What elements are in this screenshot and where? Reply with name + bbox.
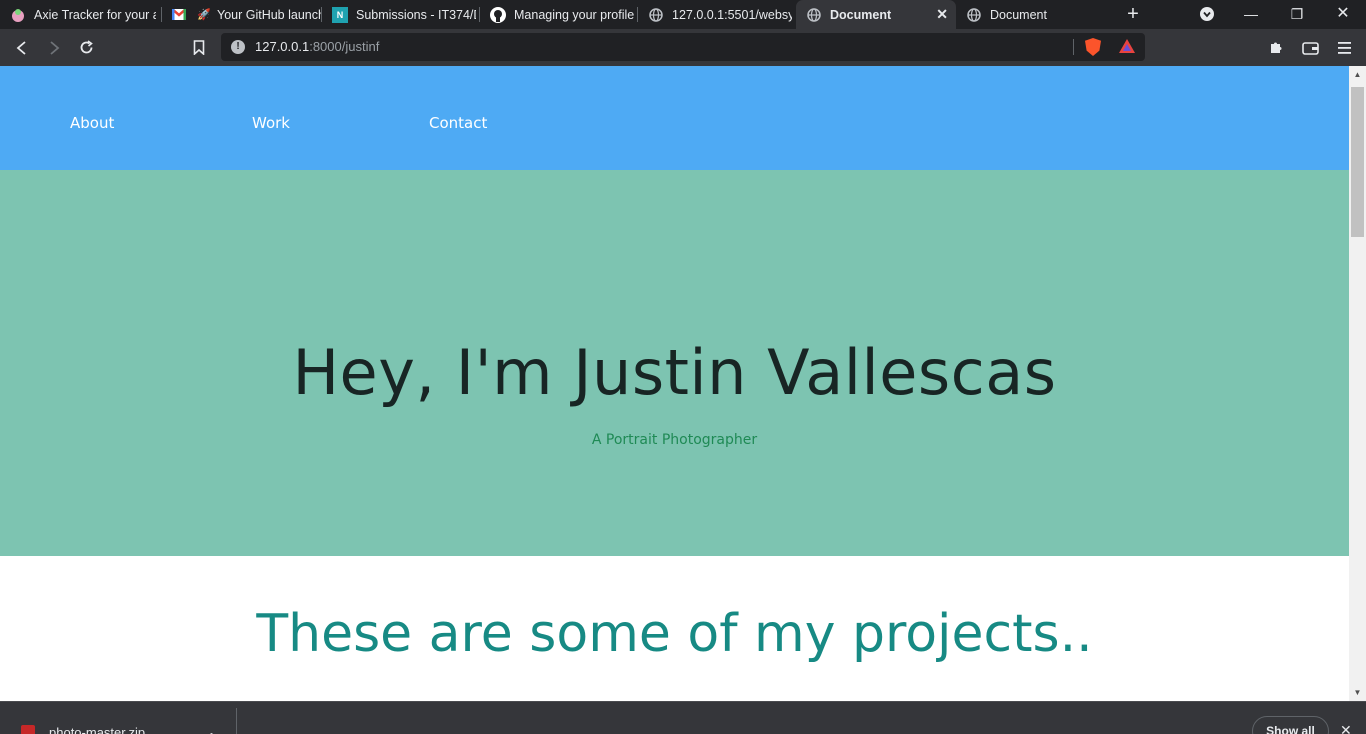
axie-icon [10,7,26,23]
gmail-icon [171,7,187,23]
projects-heading: These are some of my projects.. [256,604,1093,664]
tab-title: Document [830,7,892,22]
new-tab-plus-icon[interactable]: + [1122,3,1144,25]
site-navbar: About Work Contact [0,66,1349,170]
minimize-icon[interactable]: — [1228,0,1274,29]
close-icon[interactable]: ✕ [1340,722,1352,734]
page-viewport: About Work Contact Hey, I'm Justin Valle… [0,66,1349,701]
download-shelf: photo-master.zip ︿ Show all ✕ [0,701,1366,734]
notion-icon: N [332,6,348,23]
browser-toolbar: ! 127.0.0.1:8000/justinf [0,29,1366,66]
tab-document[interactable]: Document [956,0,1114,29]
hero-subtitle: A Portrait Photographer [591,432,758,448]
zip-file-icon [21,725,35,734]
url-host: 127.0.0.1 [255,39,310,54]
tab-title: Document [990,7,1047,22]
address-bar[interactable]: ! 127.0.0.1:8000/justinf [221,33,1145,61]
show-all-button[interactable]: Show all [1252,716,1329,734]
tab-document-active[interactable]: Document ✕ [796,0,956,29]
tab-strip: Axie Tracker for your ac 🚀 Your GitHub l… [0,0,1366,29]
scroll-down-arrow-icon[interactable]: ▼ [1349,684,1366,701]
tab-title: Your GitHub launch [217,7,321,22]
tab-title: 127.0.0.1:5501/websys/ [672,7,792,22]
back-arrow-icon[interactable] [11,37,33,59]
github-icon [490,6,506,23]
tab-github-launch[interactable]: 🚀 Your GitHub launch [192,0,322,29]
hero-title: Hey, I'm Justin Vallescas [292,336,1057,409]
brave-rewards-icon[interactable] [1118,38,1136,54]
omnibox-divider [1073,39,1074,55]
wallet-icon[interactable] [1299,37,1321,59]
nav-link-about[interactable]: About [70,114,114,132]
url-text: 127.0.0.1:8000/justinf [255,39,379,54]
chevron-up-icon[interactable]: ︿ [206,724,217,734]
globe-icon [966,7,982,23]
tab-managing-profile[interactable]: Managing your profile [480,0,638,29]
download-filename[interactable]: photo-master.zip [49,725,145,734]
rocket-icon: 🚀 [197,9,211,21]
page-scrollbar[interactable]: ▲ ▼ [1349,66,1366,701]
tab-title: Managing your profile [514,7,634,22]
window-close-icon[interactable]: ✕ [1320,0,1366,29]
tab-axie-tracker[interactable]: Axie Tracker for your ac [0,0,162,29]
scroll-up-arrow-icon[interactable]: ▲ [1349,66,1366,83]
tab-gmail[interactable] [162,0,192,29]
tab-localhost-websys[interactable]: 127.0.0.1:5501/websys/ [638,0,796,29]
tab-search-icon[interactable] [1184,0,1230,29]
nav-link-work[interactable]: Work [252,114,290,132]
extensions-icon[interactable] [1265,37,1287,59]
reload-icon[interactable] [75,37,97,59]
menu-hamburger-icon[interactable] [1333,37,1355,59]
globe-icon [648,7,664,23]
tab-submissions[interactable]: N Submissions - IT374/D [322,0,480,29]
brave-shield-icon[interactable] [1085,38,1101,56]
tab-title: Axie Tracker for your ac [34,7,156,22]
restore-icon[interactable]: ❐ [1274,0,1320,29]
close-icon[interactable]: ✕ [936,6,948,23]
bookmark-icon[interactable] [188,37,210,59]
site-info-icon[interactable]: ! [231,40,245,54]
globe-icon [806,7,822,23]
tab-title: Submissions - IT374/D [356,7,476,22]
url-path: :8000/justinf [309,39,380,54]
forward-arrow-icon[interactable] [43,37,65,59]
scroll-thumb[interactable] [1351,87,1364,237]
shelf-divider [236,708,237,734]
nav-link-contact[interactable]: Contact [429,114,487,132]
